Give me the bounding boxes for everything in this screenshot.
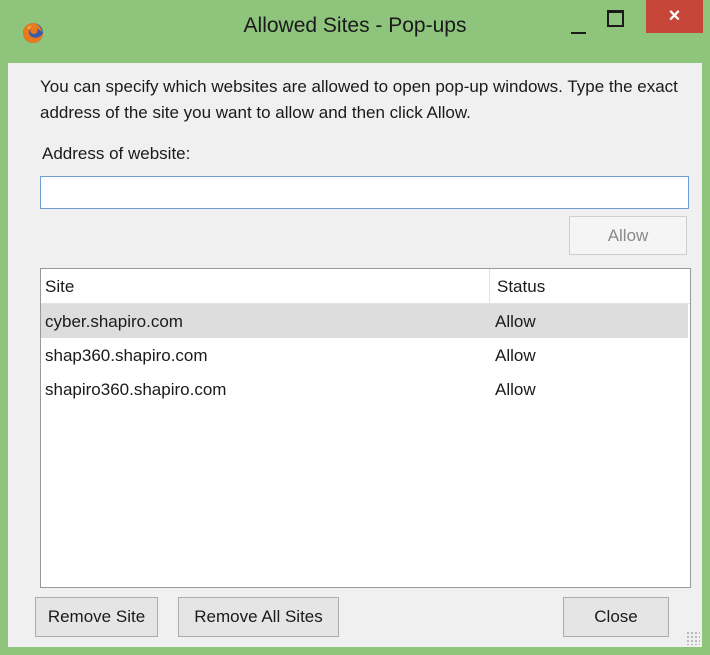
- row-site: shap360.shapiro.com: [45, 346, 208, 365]
- row-status: Allow: [495, 312, 536, 331]
- address-input[interactable]: [40, 176, 689, 209]
- row-site: cyber.shapiro.com: [45, 312, 183, 331]
- maximize-icon[interactable]: [600, 8, 630, 36]
- sites-list[interactable]: Site Status cyber.shapiro.com Allow shap…: [40, 268, 691, 588]
- title-bar[interactable]: Allowed Sites - Pop-ups ×: [0, 0, 710, 63]
- remove-site-button[interactable]: Remove Site: [35, 597, 158, 637]
- row-site: shapiro360.shapiro.com: [45, 380, 227, 399]
- column-header-site[interactable]: Site: [45, 277, 74, 297]
- allow-button[interactable]: Allow: [569, 216, 687, 255]
- dialog-description: You can specify which websites are allow…: [40, 77, 678, 122]
- remove-all-sites-button[interactable]: Remove All Sites: [178, 597, 339, 637]
- resize-grip-icon[interactable]: [686, 631, 700, 645]
- close-button[interactable]: Close: [563, 597, 669, 637]
- column-header-status[interactable]: Status: [497, 277, 545, 297]
- column-divider[interactable]: [489, 269, 490, 303]
- address-label: Address of website:: [42, 144, 191, 163]
- close-window-button[interactable]: ×: [646, 0, 703, 33]
- row-status: Allow: [495, 346, 536, 365]
- row-status: Allow: [495, 380, 536, 399]
- allowed-sites-dialog: Allowed Sites - Pop-ups × You can specif…: [0, 0, 710, 655]
- list-header: Site Status: [41, 269, 690, 304]
- table-row[interactable]: cyber.shapiro.com Allow: [41, 304, 688, 338]
- table-row[interactable]: shap360.shapiro.com Allow: [41, 338, 688, 372]
- table-row[interactable]: shapiro360.shapiro.com Allow: [41, 372, 688, 406]
- minimize-icon[interactable]: [563, 12, 593, 40]
